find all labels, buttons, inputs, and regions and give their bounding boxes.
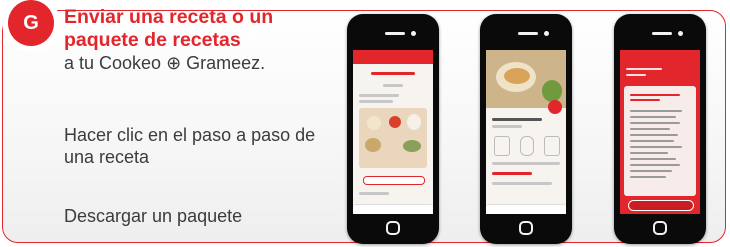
phone-mockup-recipe-steps xyxy=(347,14,439,244)
download-pack-button[interactable] xyxy=(628,200,694,211)
instruction-step-pack: Descargar un paquete xyxy=(64,206,243,226)
phone-speaker xyxy=(385,32,405,35)
phone-mockup-recipe-detail xyxy=(480,14,572,244)
app-screen-recipe-pack xyxy=(620,50,700,214)
app-header-bar xyxy=(353,50,433,64)
phone-camera xyxy=(678,31,683,36)
phone-speaker xyxy=(518,32,538,35)
bottom-nav xyxy=(486,204,566,214)
bottom-nav xyxy=(353,204,433,214)
phone-camera xyxy=(411,31,416,36)
step-by-step-button[interactable] xyxy=(363,176,425,185)
section-subtitle: a tu Cookeo ⊕ Grameez. xyxy=(64,53,266,73)
app-screen-recipe-steps xyxy=(353,50,433,214)
section-title: Enviar una receta o un paquete de receta… xyxy=(64,6,274,51)
instruction-step-recipe: Hacer clic en el paso a paso de una rece… xyxy=(64,125,316,167)
app-screen-recipe-detail xyxy=(486,50,566,214)
home-button[interactable] xyxy=(519,221,533,235)
home-button[interactable] xyxy=(653,221,667,235)
phone-speaker xyxy=(652,32,672,35)
step-letter-badge: G xyxy=(8,0,54,46)
home-button[interactable] xyxy=(386,221,400,235)
favorite-button[interactable] xyxy=(548,100,562,114)
phone-mockup-recipe-pack xyxy=(614,14,706,244)
phone-camera xyxy=(544,31,549,36)
